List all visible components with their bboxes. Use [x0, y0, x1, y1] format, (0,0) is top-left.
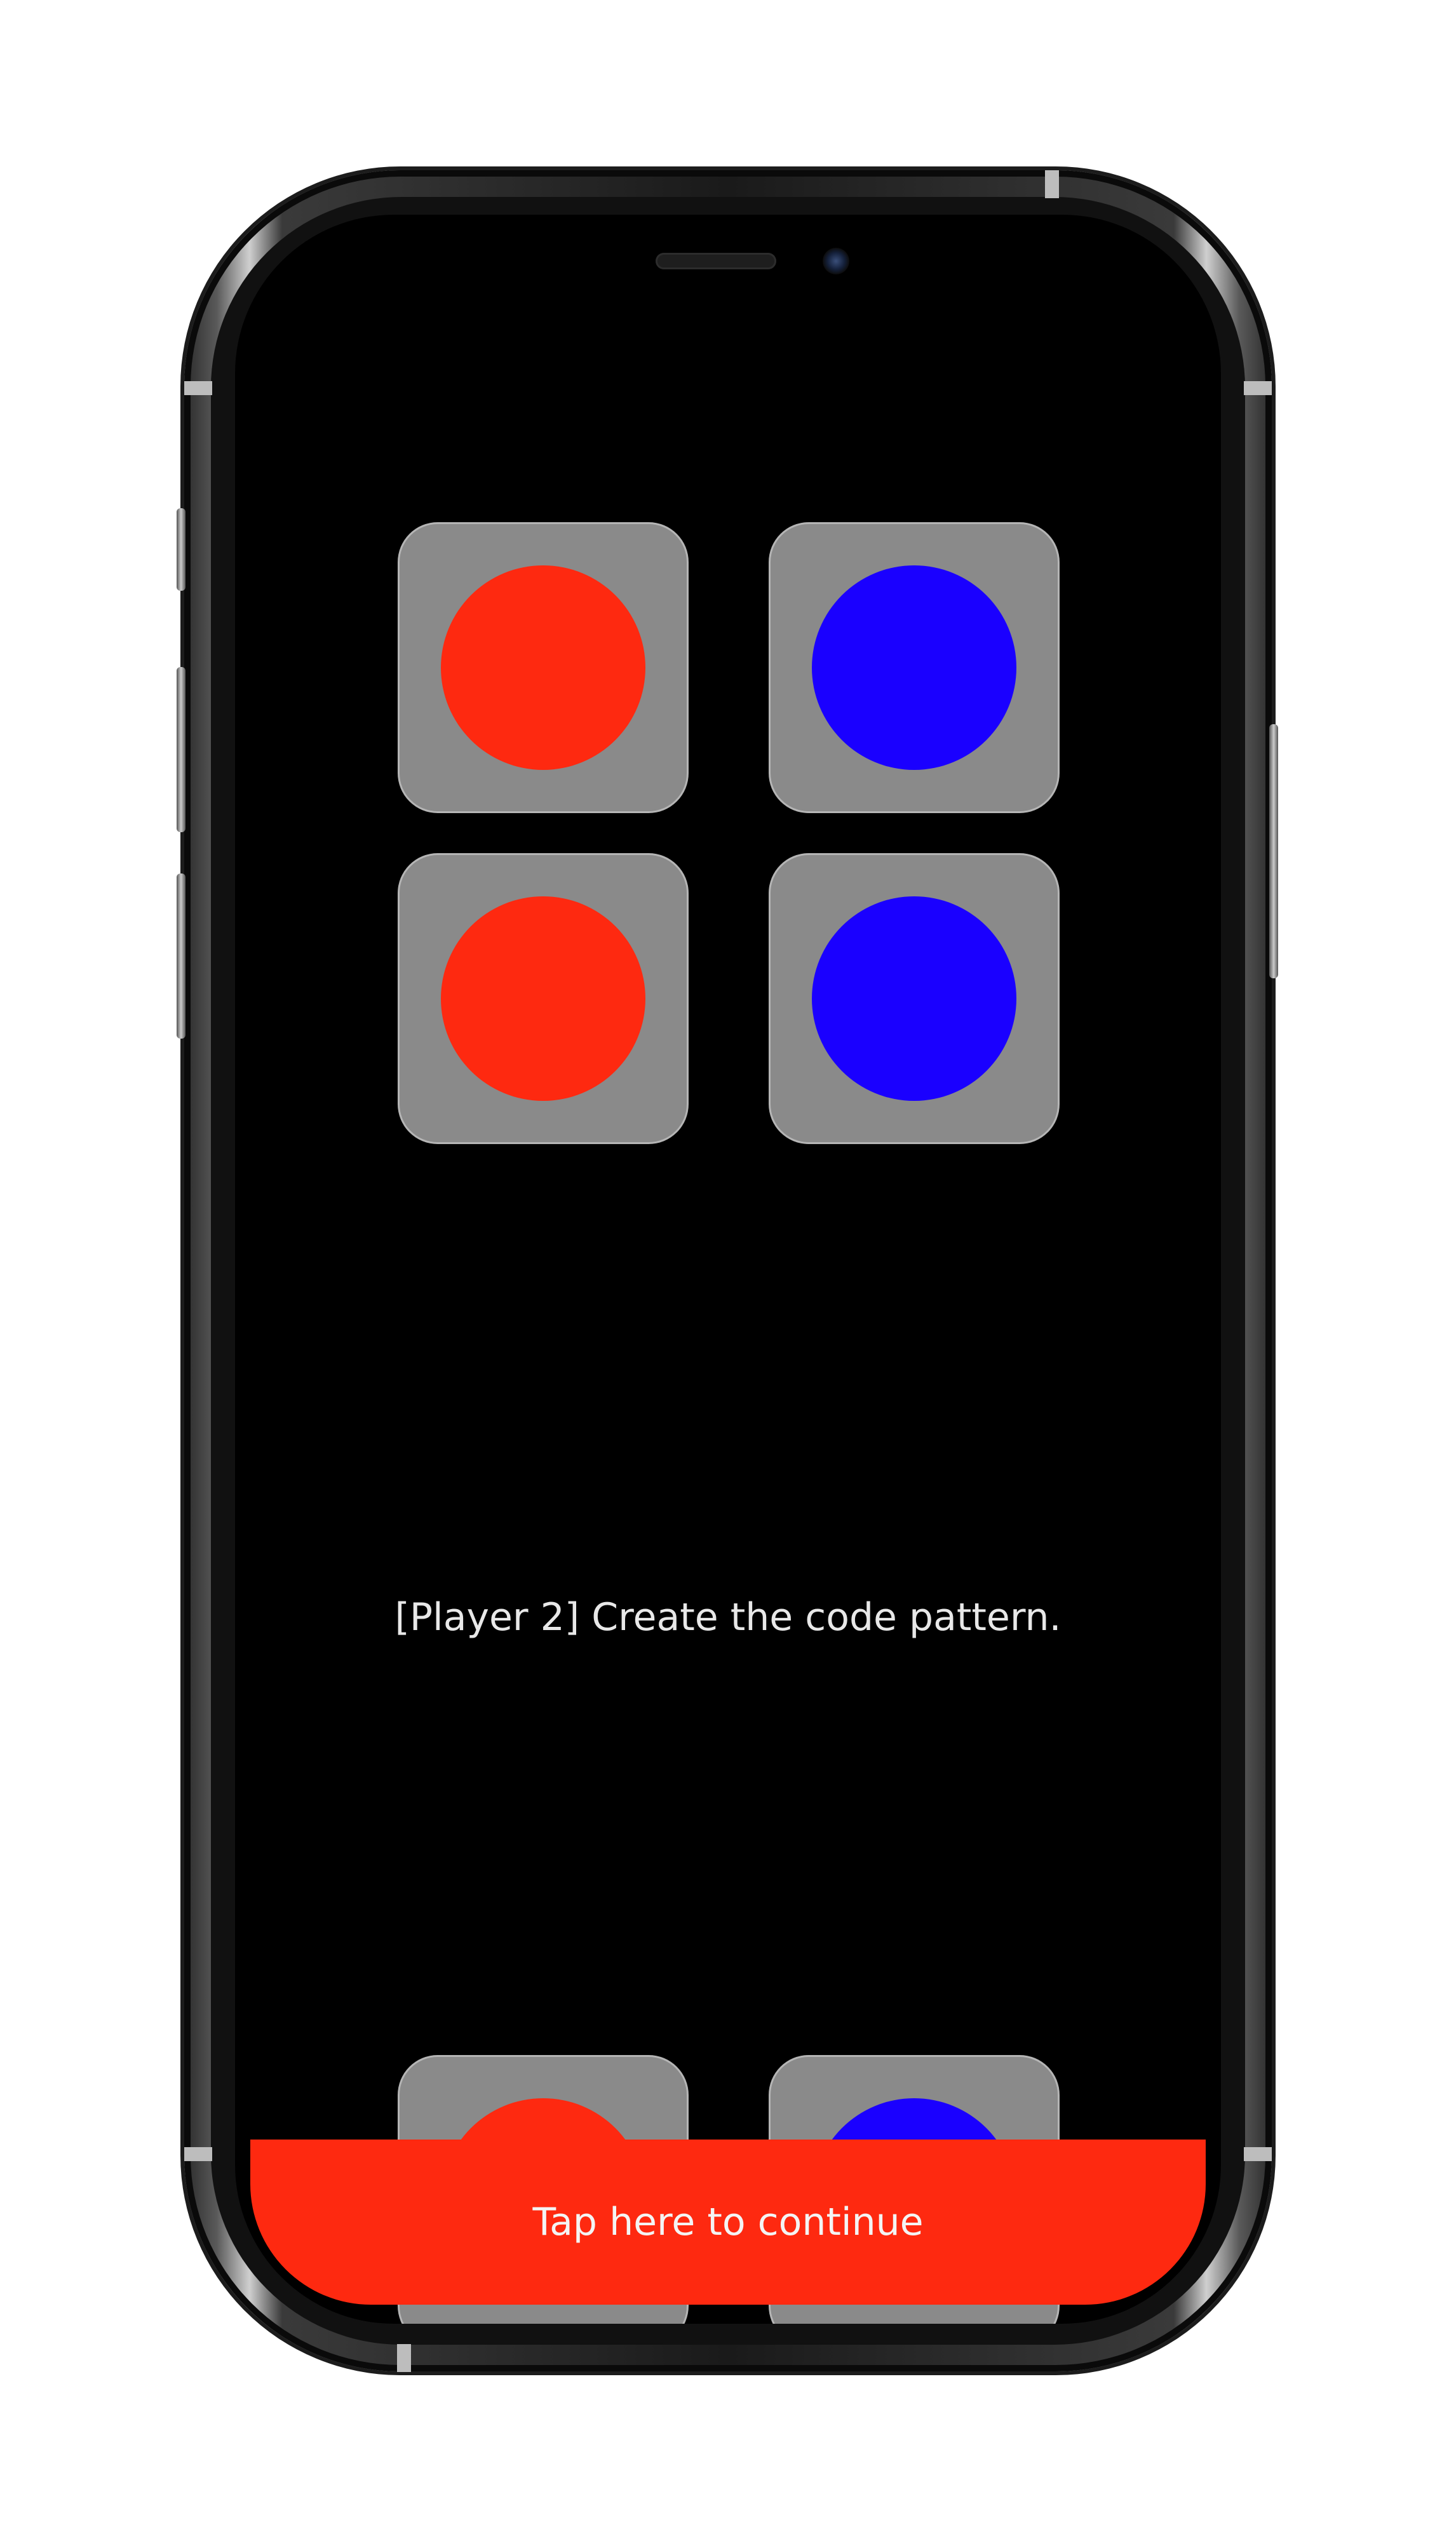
antenna-band-right-lower: [1244, 2147, 1272, 2161]
antenna-band-left-upper: [184, 381, 212, 395]
power-button: [1269, 724, 1278, 978]
blue-circle-icon: [812, 896, 1016, 1101]
page: [Player 2] Create the code pattern. Tap …: [0, 0, 1456, 2541]
tile-middle-right[interactable]: [771, 855, 1058, 1142]
antenna-band-top-right: [1045, 170, 1059, 198]
antenna-band-bottom-left: [397, 2344, 411, 2372]
blue-circle-icon: [812, 565, 1016, 770]
continue-button[interactable]: Tap here to continue: [250, 2140, 1206, 2305]
front-camera-icon: [823, 248, 849, 274]
instruction-text: [Player 2] Create the code pattern.: [394, 1595, 1062, 1640]
antenna-band-left-lower: [184, 2147, 212, 2161]
red-circle-icon: [441, 896, 645, 1101]
tile-top-right[interactable]: [771, 524, 1058, 811]
antenna-band-right-upper: [1244, 381, 1272, 395]
earpiece-speaker: [656, 253, 776, 269]
mute-switch: [177, 508, 185, 591]
red-circle-icon: [441, 565, 645, 770]
screen: [Player 2] Create the code pattern. Tap …: [235, 215, 1221, 2324]
tile-top-left[interactable]: [400, 524, 687, 811]
volume-down-button: [177, 873, 185, 1039]
volume-up-button: [177, 667, 185, 832]
tile-middle-left[interactable]: [400, 855, 687, 1142]
